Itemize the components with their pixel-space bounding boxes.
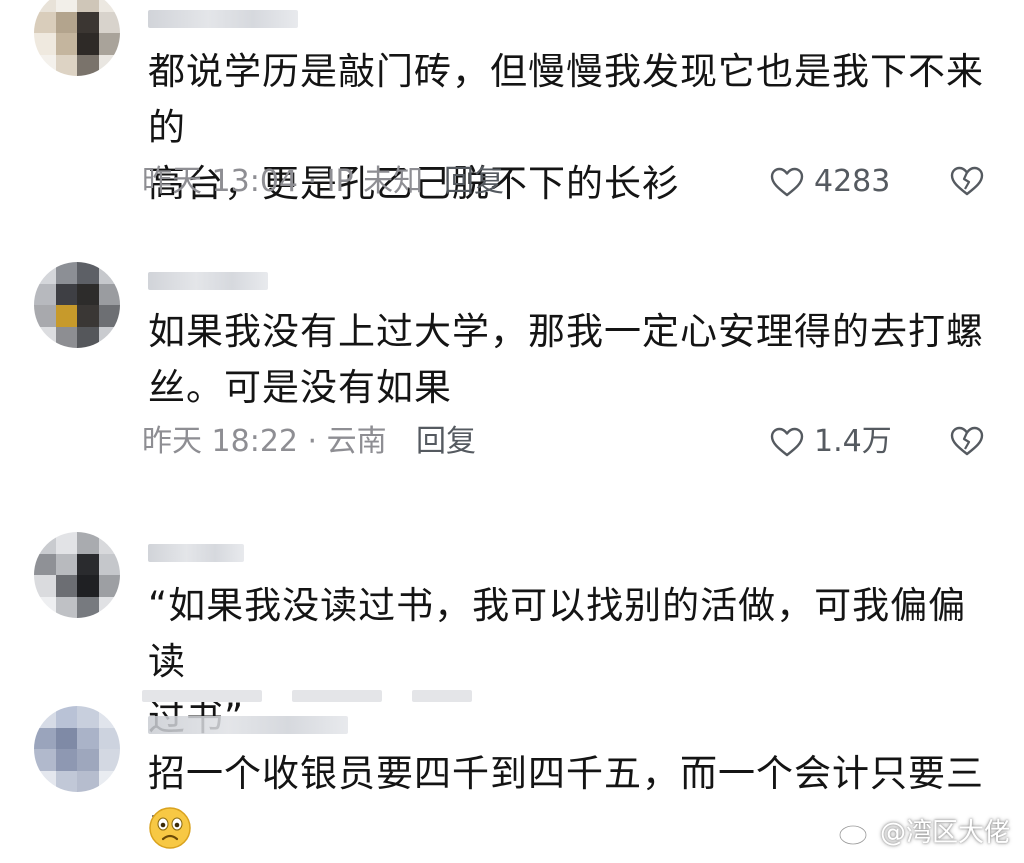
comment-meta: 昨天 13:04 · IP 未知 — [142, 164, 424, 199]
broken-heart-icon — [950, 426, 984, 456]
reply-button[interactable]: 回复 — [416, 424, 476, 460]
avatar[interactable] — [34, 706, 120, 792]
watermark: @湾区大佬 — [838, 812, 1010, 849]
username[interactable] — [148, 10, 298, 28]
frowning-face-emoji-icon — [148, 806, 192, 854]
like-count: 4283 — [814, 164, 891, 199]
dislike-button[interactable] — [950, 166, 984, 200]
like-button[interactable]: 4283 — [770, 164, 890, 200]
avatar[interactable] — [34, 262, 120, 348]
avatar[interactable] — [34, 532, 120, 618]
like-count: 1.4万 — [814, 424, 892, 459]
comment-meta — [142, 690, 842, 702]
username[interactable] — [148, 544, 244, 562]
reply-button[interactable]: 回复 — [444, 164, 504, 200]
username[interactable] — [148, 716, 348, 734]
watermark-text: @湾区大佬 — [879, 818, 1010, 848]
like-button[interactable]: 1.4万 — [770, 424, 892, 460]
comment-meta: 昨天 18:22 · 云南 — [142, 424, 387, 459]
heart-outline-icon — [770, 427, 804, 457]
dislike-button[interactable] — [950, 426, 984, 460]
broken-heart-icon — [950, 166, 984, 196]
weibo-logo-icon — [838, 818, 872, 845]
comment-text: 如果我没有上过大学，那我一定心安理得的去打螺 丝。可是没有如果 — [148, 310, 984, 409]
username[interactable] — [148, 272, 268, 290]
avatar[interactable] — [34, 0, 120, 76]
heart-outline-icon — [770, 167, 804, 197]
